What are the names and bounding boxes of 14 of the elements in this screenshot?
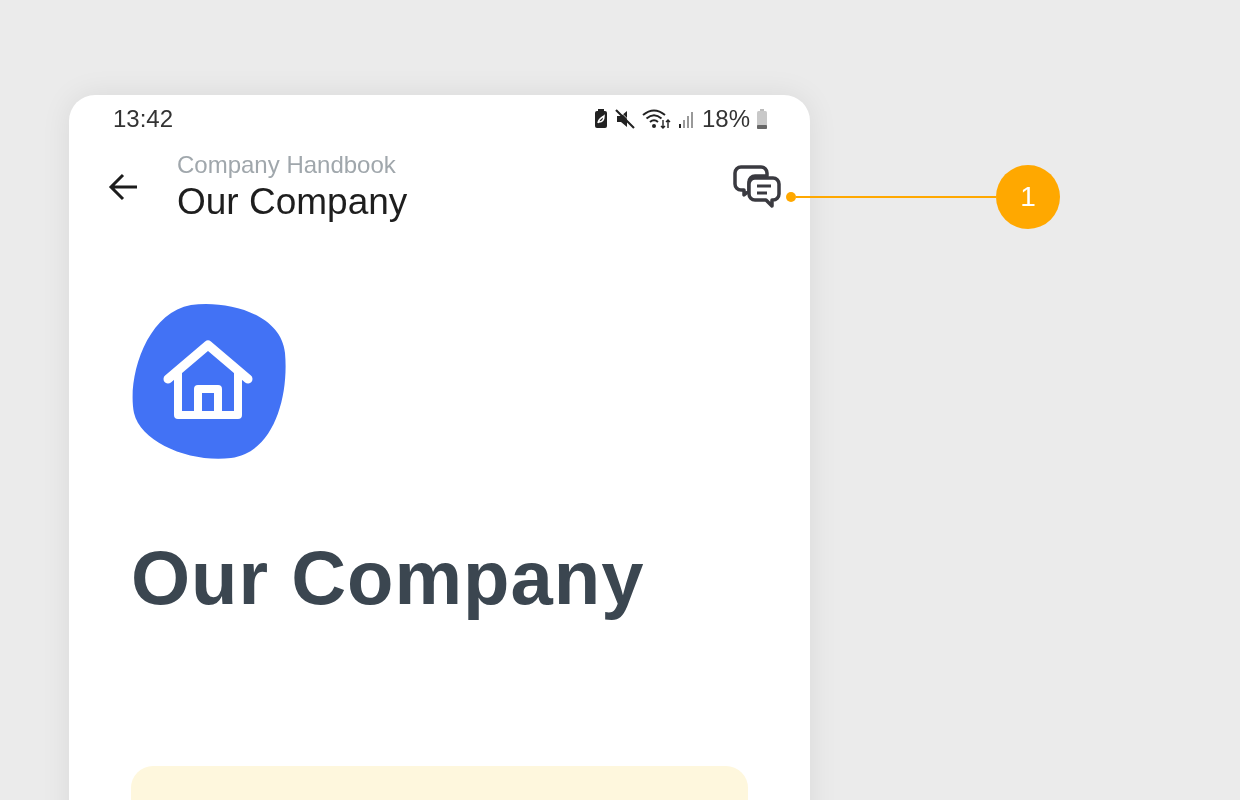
battery-percent: 18% — [701, 105, 750, 133]
comments-button[interactable] — [732, 163, 782, 211]
header-title: Our Company — [177, 181, 409, 223]
status-time: 13:42 — [113, 105, 174, 133]
page-title: Our Company — [131, 536, 646, 620]
house-logo-icon — [131, 303, 287, 460]
battery-icon — [756, 109, 768, 129]
callout-number: 1 — [996, 165, 1060, 229]
callout-dot — [786, 192, 796, 202]
signal-icon — [677, 109, 694, 129]
wifi-icon — [641, 109, 672, 129]
mute-icon — [613, 109, 636, 129]
battery-saver-icon — [593, 109, 608, 129]
header-subtitle: Company Handbook — [177, 151, 397, 179]
